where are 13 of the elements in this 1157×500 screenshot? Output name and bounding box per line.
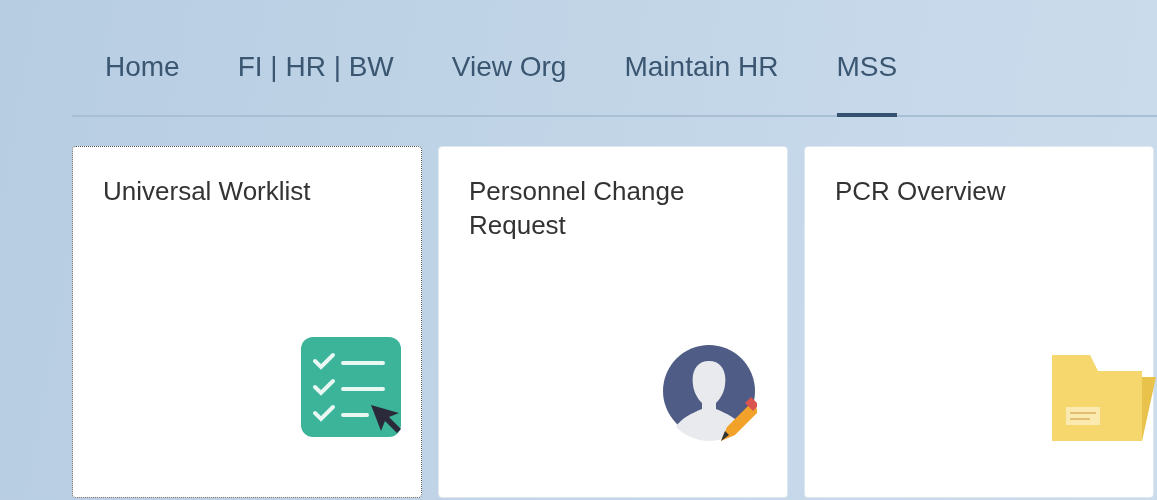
folder-icon [1052, 355, 1156, 441]
tab[interactable]: MSS [836, 47, 898, 117]
tab[interactable]: Home [105, 47, 180, 117]
tab[interactable]: FI | HR | BW [237, 47, 394, 117]
tab[interactable]: View Org [451, 47, 567, 117]
tile[interactable]: Universal Worklist [72, 146, 422, 498]
tab[interactable]: Maintain HR [624, 47, 779, 117]
tile-title: Universal Worklist [103, 175, 312, 208]
checklist-icon [301, 337, 401, 437]
tile[interactable]: Personnel Change Request [438, 146, 788, 498]
tile-title: Personnel Change Request [469, 175, 686, 242]
tile-title: PCR Overview [835, 175, 1007, 208]
tile[interactable]: PCR Overview [804, 146, 1154, 498]
